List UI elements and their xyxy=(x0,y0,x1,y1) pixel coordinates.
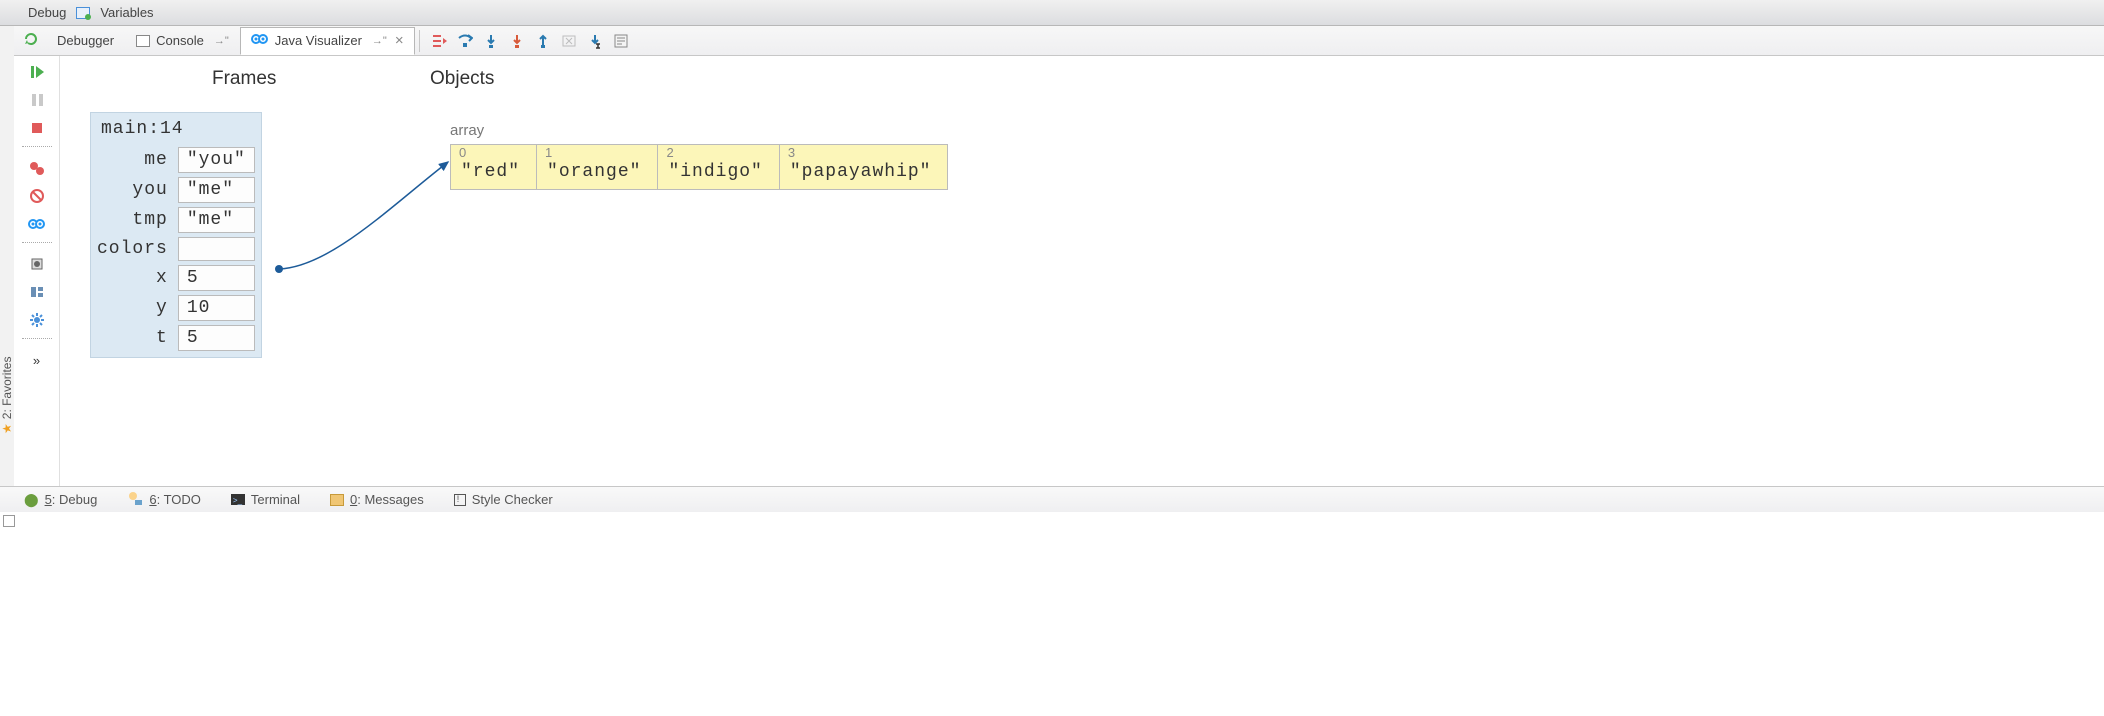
var-name: you xyxy=(97,180,172,200)
step-into-icon[interactable] xyxy=(482,32,500,50)
run-to-cursor-icon[interactable] xyxy=(586,32,604,50)
frames-header: Frames xyxy=(212,68,276,90)
close-icon[interactable]: × xyxy=(395,32,404,49)
force-step-into-icon[interactable] xyxy=(508,32,526,50)
visualizer-icon[interactable] xyxy=(22,212,52,236)
var-value: 10 xyxy=(178,295,255,321)
resume-icon[interactable] xyxy=(22,60,52,84)
restore-layout-icon[interactable] xyxy=(22,280,52,304)
array-cell: 0"red" xyxy=(450,145,536,189)
array-index: 0 xyxy=(457,145,524,160)
array-cell: 1"orange" xyxy=(536,145,657,189)
evaluate-expression-icon[interactable] xyxy=(612,32,630,50)
var-name: x xyxy=(97,268,172,288)
drop-frame-icon[interactable] xyxy=(560,32,578,50)
var-value: "me" xyxy=(178,177,255,203)
visualizer-icon xyxy=(251,32,269,49)
array-value: "orange" xyxy=(543,160,645,184)
todo-icon xyxy=(127,491,143,508)
bottom-bar: ⬤ 5: Debug 6: TODO >_ Terminal 0: Messag… xyxy=(0,486,2104,512)
get-thread-dump-icon[interactable] xyxy=(22,252,52,276)
tab-debugger[interactable]: Debugger xyxy=(46,27,125,55)
variables-label: Variables xyxy=(100,5,153,20)
var-name: y xyxy=(97,298,172,318)
step-over-icon[interactable] xyxy=(456,32,474,50)
frame-title: main:14 xyxy=(91,113,261,147)
terminal-icon: >_ xyxy=(231,494,245,505)
expand-icon[interactable]: » xyxy=(22,348,52,372)
frame-box: main:14 me"you"you"me"tmp"me"colorsx5y10… xyxy=(90,112,262,358)
var-value: 5 xyxy=(178,325,255,351)
array-value: "indigo" xyxy=(664,160,766,184)
console-icon xyxy=(136,35,150,47)
array-type-label: array xyxy=(450,122,484,139)
var-value: "you" xyxy=(178,147,255,173)
array-cell: 3"papayawhip" xyxy=(779,145,949,189)
bottom-todo[interactable]: 6: TODO xyxy=(127,491,201,508)
show-execution-point-icon[interactable] xyxy=(430,32,448,50)
bottom-messages[interactable]: 0: Messages xyxy=(330,492,424,507)
pin-icon[interactable]: →" xyxy=(372,35,387,47)
debug-label: Debug xyxy=(28,5,66,20)
var-value xyxy=(178,237,255,261)
array-index: 1 xyxy=(543,145,645,160)
tool-window-handle-icon[interactable] xyxy=(3,515,15,527)
tab-java-visualizer[interactable]: Java Visualizer →" × xyxy=(240,27,415,55)
rerun-icon[interactable] xyxy=(22,30,40,51)
step-out-icon[interactable] xyxy=(534,32,552,50)
array-value: "red" xyxy=(457,160,524,184)
variables-icon xyxy=(76,7,90,19)
var-name: colors xyxy=(97,239,172,259)
top-bar: Debug Variables xyxy=(0,0,2104,26)
settings-icon[interactable] xyxy=(22,308,52,332)
objects-header: Objects xyxy=(430,68,494,90)
visualizer-area: Frames Objects main:14 me "you" you "me" tmp… xyxy=(60,56,2104,486)
array-index: 3 xyxy=(786,145,936,160)
favorites-tab[interactable]: ★ 2: Favorites xyxy=(0,357,14,434)
array-index: 2 xyxy=(664,145,766,160)
array-value: "papayawhip" xyxy=(786,160,936,184)
mute-breakpoints-icon[interactable] xyxy=(22,184,52,208)
view-breakpoints-icon[interactable] xyxy=(22,156,52,180)
array-cell: 2"indigo" xyxy=(657,145,778,189)
var-value: 5 xyxy=(178,265,255,291)
array-box: 0"red"1"orange"2"indigo"3"papayawhip" xyxy=(450,144,948,190)
bottom-style-checker[interactable]: ! Style Checker xyxy=(454,492,553,507)
pin-icon[interactable]: →" xyxy=(214,35,229,47)
favorites-rail: ★ 2: Favorites xyxy=(0,26,14,486)
var-name: me xyxy=(97,150,172,170)
stop-icon[interactable] xyxy=(22,116,52,140)
messages-icon xyxy=(330,494,344,506)
tab-console[interactable]: Console →" xyxy=(125,27,240,55)
var-name: t xyxy=(97,328,172,348)
pause-icon[interactable] xyxy=(22,88,52,112)
debug-button-column: » xyxy=(14,56,60,486)
var-name: tmp xyxy=(97,210,172,230)
bottom-debug[interactable]: ⬤ 5: Debug xyxy=(24,492,97,508)
style-checker-icon: ! xyxy=(454,494,466,506)
star-icon: ★ xyxy=(0,423,14,434)
var-value: "me" xyxy=(178,207,255,233)
tabs-row: Debugger Console →" Java Visualizer →" × xyxy=(14,26,2104,56)
bug-icon: ⬤ xyxy=(24,492,39,508)
step-toolbar xyxy=(424,32,630,50)
bottom-terminal[interactable]: >_ Terminal xyxy=(231,492,300,507)
